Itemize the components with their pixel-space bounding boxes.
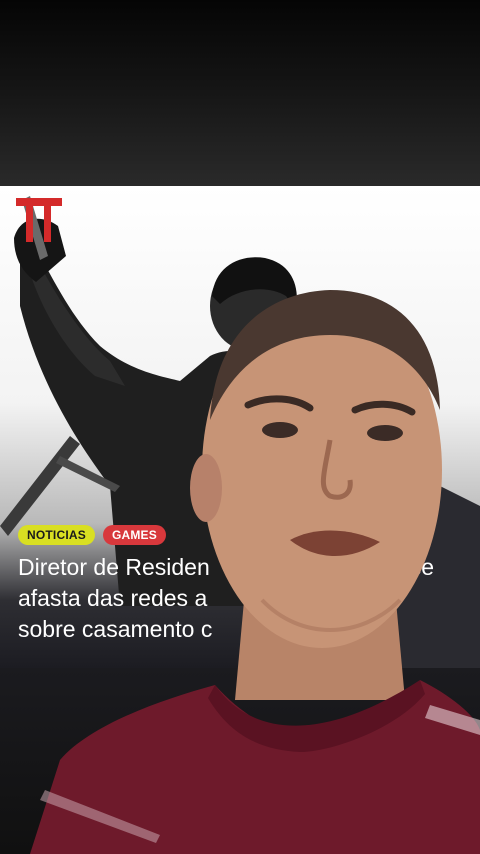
presenter-video-overlay	[30, 290, 480, 854]
